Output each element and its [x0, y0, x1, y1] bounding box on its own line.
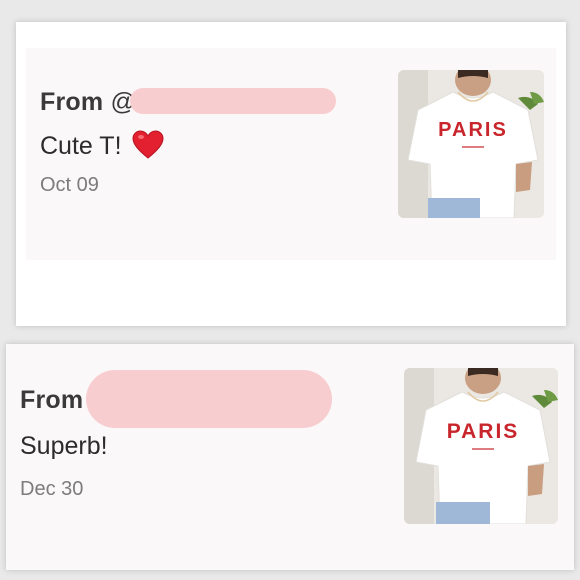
review-card[interactable]: From Superb! Dec 30 PARIS: [6, 344, 574, 570]
shirt-print-text: PARIS: [438, 119, 508, 141]
from-label: From: [20, 386, 84, 414]
review-author: From @: [40, 88, 136, 117]
shirt-print-text: PARIS: [447, 420, 520, 443]
review-card-content: From @ Cute T! Oct 09 PARIS: [26, 48, 556, 260]
review-card[interactable]: From @ Cute T! Oct 09 PARIS: [16, 22, 566, 326]
tshirt-image: PARIS: [398, 70, 544, 218]
tshirt-image: PARIS: [404, 368, 558, 524]
redacted-username: [86, 370, 332, 428]
review-date: Dec 30: [20, 478, 84, 500]
product-thumbnail[interactable]: PARIS: [398, 70, 544, 218]
redacted-username: [130, 88, 336, 114]
review-date: Oct 09: [40, 174, 99, 196]
review-message: Cute T!: [40, 130, 164, 161]
review-message-text: Cute T!: [40, 132, 122, 160]
product-thumbnail[interactable]: PARIS: [404, 368, 558, 524]
heart-emoji-icon: [132, 130, 164, 160]
from-label: From: [40, 88, 104, 116]
review-author: From: [20, 386, 83, 415]
review-card-content: From Superb! Dec 30 PARIS: [6, 344, 574, 570]
review-message: Superb!: [20, 432, 108, 460]
